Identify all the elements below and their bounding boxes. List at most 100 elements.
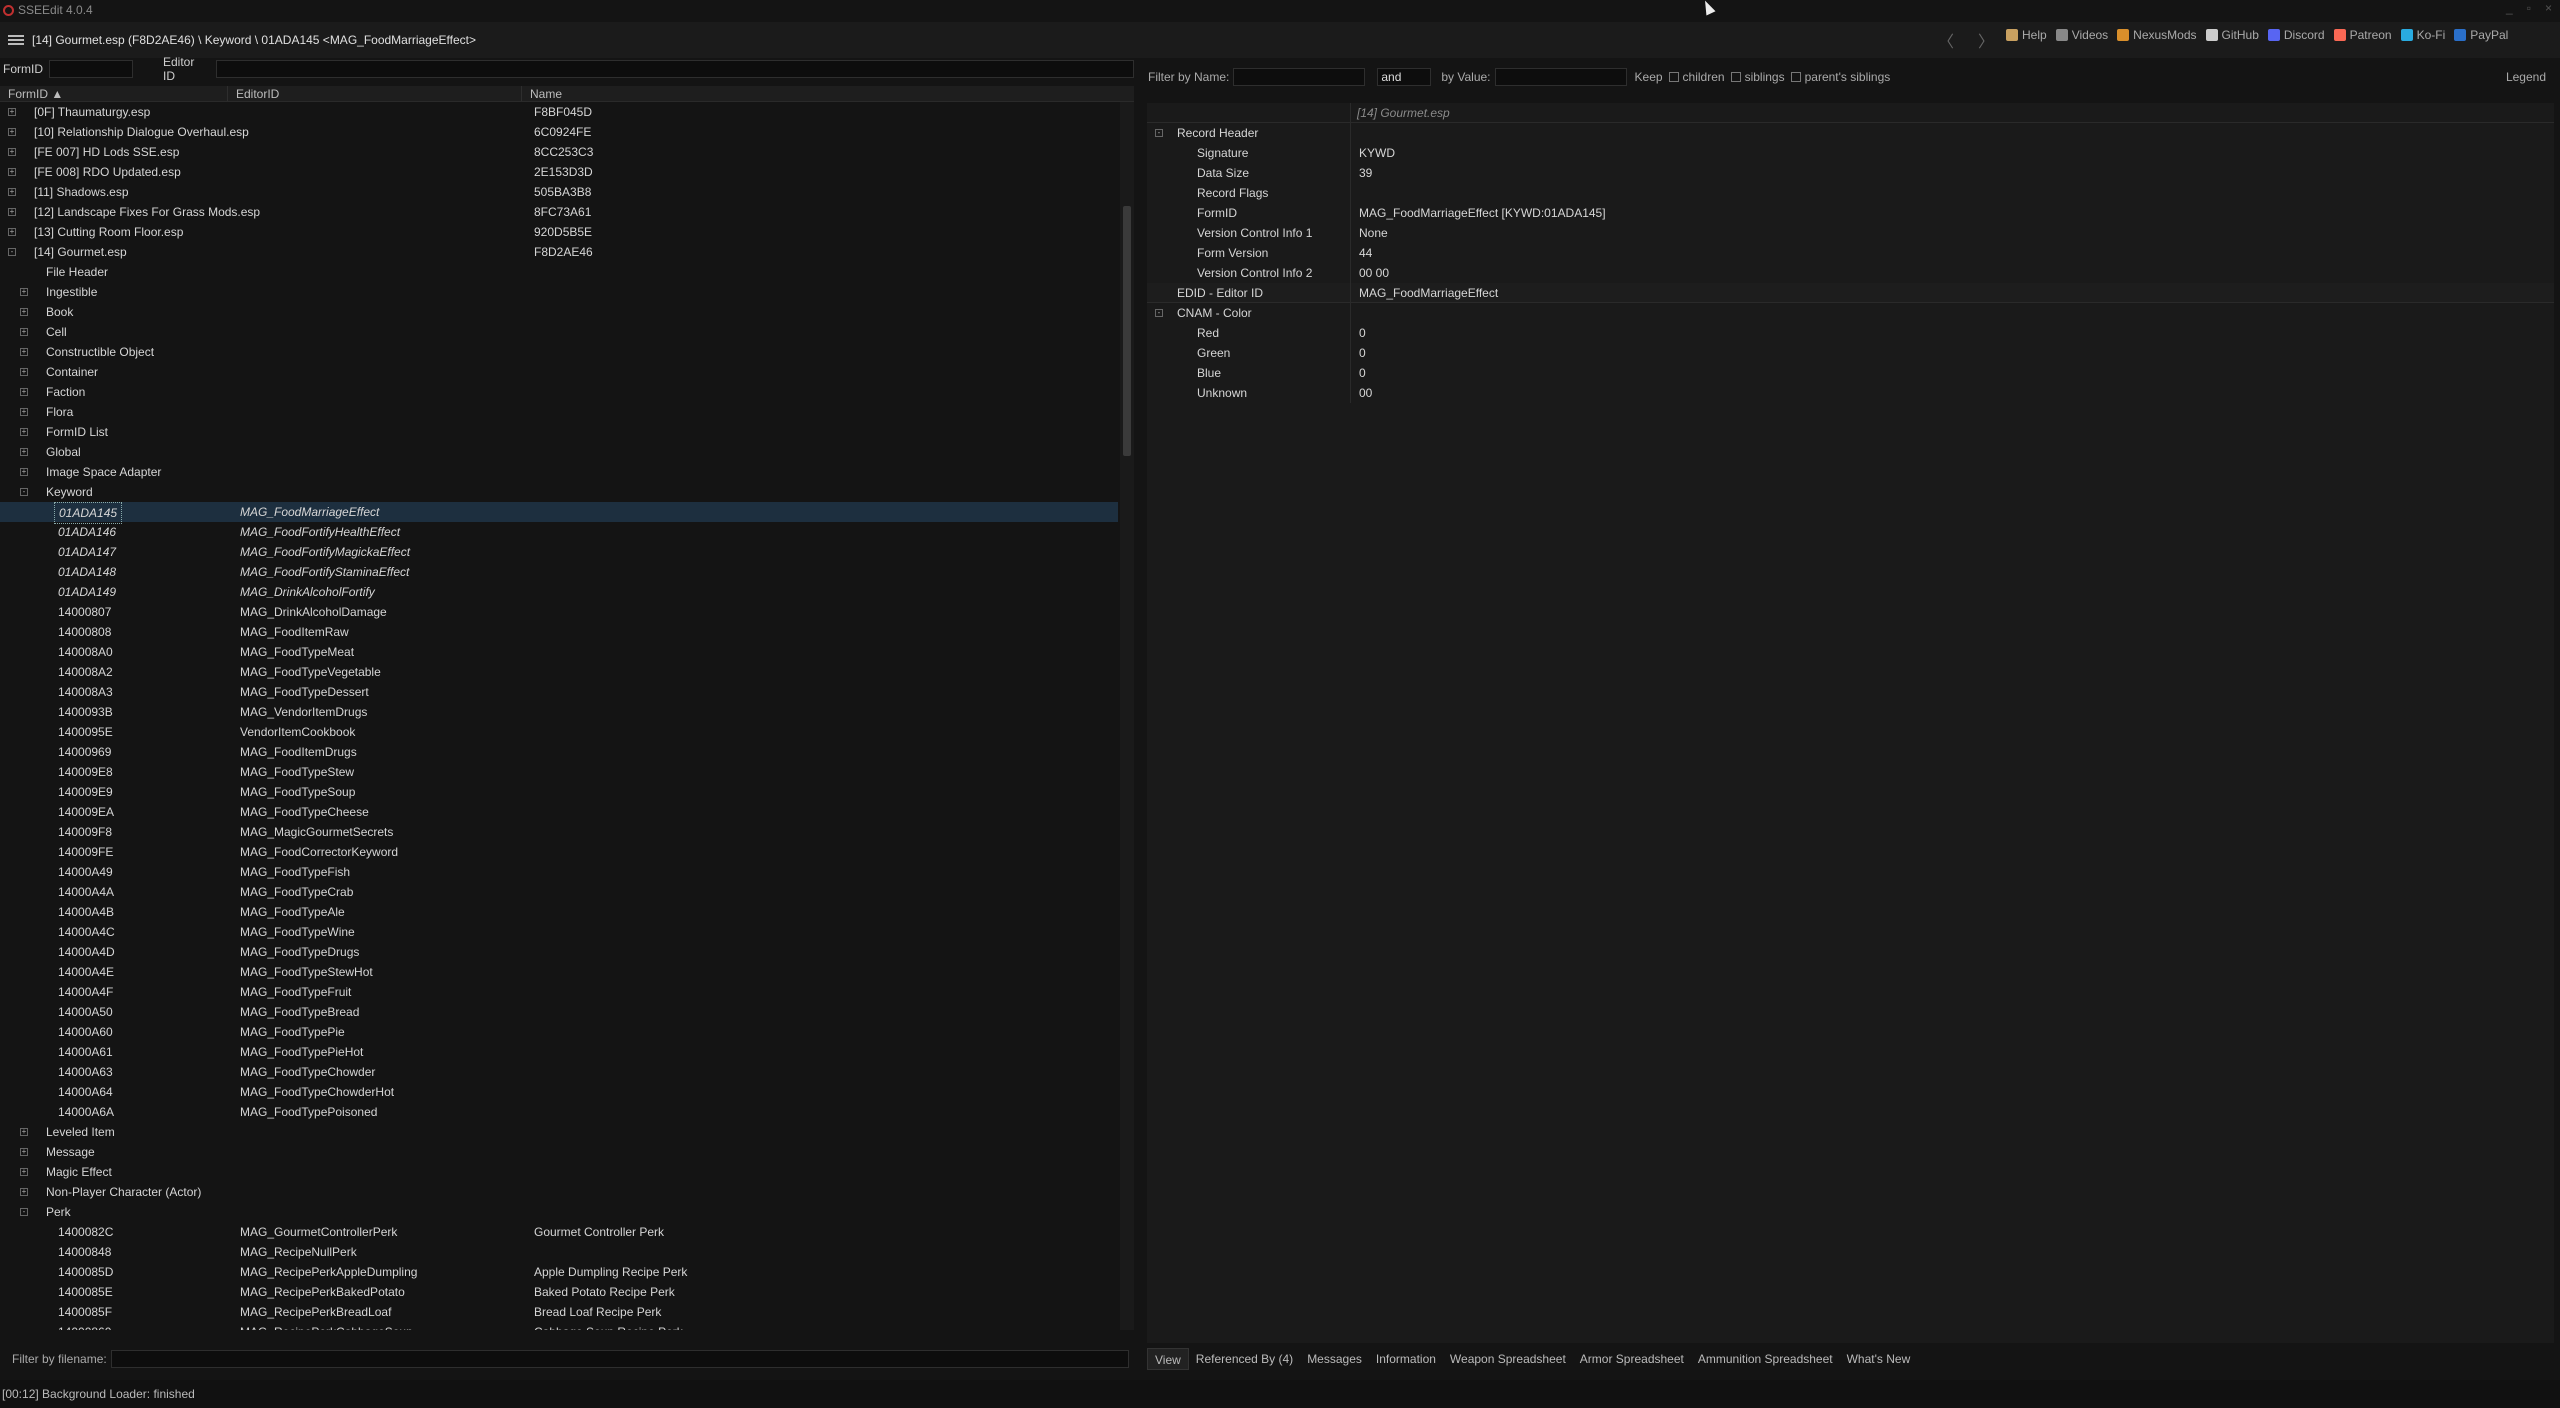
expand-icon[interactable]: +	[20, 368, 28, 376]
tree-row[interactable]: 1400085E MAG_RecipePerkBakedPotato Baked P…	[0, 1282, 1118, 1302]
tree-row[interactable]: + Ingestible	[0, 282, 1118, 302]
tree-row[interactable]: 140008A2 MAG_FoodTypeVegetable	[0, 662, 1118, 682]
tree-row[interactable]: 1400082C MAG_GourmetControllerPerk Gourmet…	[0, 1222, 1118, 1242]
expand-icon[interactable]: +	[20, 1168, 28, 1176]
tree-row[interactable]: + [10] Relationship Dialogue Overhaul.esp…	[0, 122, 1118, 142]
tree-row[interactable]: 14000A64 MAG_FoodTypeChowderHot	[0, 1082, 1118, 1102]
tree-row[interactable]: 14000A63 MAG_FoodTypeChowder	[0, 1062, 1118, 1082]
children-checkbox[interactable]	[1668, 72, 1679, 82]
filter-operator-select[interactable]: and	[1377, 68, 1432, 86]
expand-icon[interactable]: +	[8, 188, 16, 196]
tree-row[interactable]: 14000A4F MAG_FoodTypeFruit	[0, 982, 1118, 1002]
filename-filter-input[interactable]	[110, 1350, 1129, 1368]
minimize-button[interactable]: _	[2506, 1, 2513, 15]
expand-icon[interactable]: +	[20, 308, 28, 316]
expand-icon[interactable]: +	[20, 428, 28, 436]
expand-icon[interactable]: +	[20, 288, 28, 296]
record-field-row[interactable]: Record Flags	[1147, 183, 2554, 203]
tree-row[interactable]: + Container	[0, 362, 1118, 382]
tree-row[interactable]: 14000860 MAG_RecipePerkCabbageSoup Cabbage…	[0, 1322, 1118, 1330]
tree-row[interactable]: 140008A0 MAG_FoodTypeMeat	[0, 642, 1118, 662]
column-name[interactable]: Name	[522, 86, 1134, 101]
menu-hamburger-icon[interactable]	[8, 35, 24, 45]
expand-icon[interactable]: +	[8, 208, 16, 216]
record-field-row[interactable]: FormID MAG_FoodMarriageEffect [KYWD:01ADA…	[1147, 203, 2554, 223]
tab-what-s-new[interactable]: What's New	[1840, 1348, 1918, 1370]
expand-icon[interactable]: +	[8, 128, 16, 136]
tree-row[interactable]: + Constructible Object	[0, 342, 1118, 362]
tree-row[interactable]: + [12] Landscape Fixes For Grass Mods.esp…	[0, 202, 1118, 222]
tree-row[interactable]: 140008A3 MAG_FoodTypeDessert	[0, 682, 1118, 702]
tree-row[interactable]: 1400085F MAG_RecipePerkBreadLoaf Bread Loa…	[0, 1302, 1118, 1322]
collapse-icon[interactable]: -	[20, 488, 28, 496]
tree-row[interactable]: + Faction	[0, 382, 1118, 402]
tree-row[interactable]: 140009FE MAG_FoodCorrectorKeyword	[0, 842, 1118, 862]
tree-row[interactable]: + [FE 007] HD Lods SSE.esp 8CC253C3	[0, 142, 1118, 162]
link-videos[interactable]: Videos	[2055, 28, 2108, 42]
tree-row[interactable]: 01ADA145 MAG_FoodMarriageEffect	[0, 502, 1118, 524]
expand-icon[interactable]: +	[20, 1148, 28, 1156]
tree-row[interactable]: 01ADA149 MAG_DrinkAlcoholFortify	[0, 582, 1118, 602]
editorid-filter-input[interactable]	[215, 60, 1134, 78]
record-field-row[interactable]: Data Size 39	[1147, 163, 2554, 183]
link-help[interactable]: Help	[2006, 28, 2047, 42]
tree-row[interactable]: 14000808 MAG_FoodItemRaw	[0, 622, 1118, 642]
collapse-icon[interactable]: -	[20, 1208, 28, 1216]
back-button[interactable]: 〈	[1938, 28, 1954, 52]
tree-row[interactable]: 140009F8 MAG_MagicGourmetSecrets	[0, 822, 1118, 842]
expand-icon[interactable]: +	[20, 388, 28, 396]
record-field-row[interactable]: Unknown 00	[1147, 383, 2554, 403]
filter-name-input[interactable]	[1233, 68, 1366, 86]
column-editorid[interactable]: EditorID	[228, 86, 522, 101]
expand-icon[interactable]: +	[20, 408, 28, 416]
record-field-row[interactable]: Version Control Info 2 00 00	[1147, 263, 2554, 283]
record-field-row[interactable]: Signature KYWD	[1147, 143, 2554, 163]
maximize-button[interactable]: ▫	[2527, 1, 2531, 15]
tab-ammunition-spreadsheet[interactable]: Ammunition Spreadsheet	[1691, 1348, 1840, 1370]
link-kofi[interactable]: Ko-Fi	[2400, 28, 2445, 42]
tree-row[interactable]: File Header	[0, 262, 1118, 282]
tree-row[interactable]: + [0F] Thaumaturgy.esp F8BF045D	[0, 102, 1118, 122]
tree-row[interactable]: 14000848 MAG_RecipeNullPerk	[0, 1242, 1118, 1262]
tree-row[interactable]: + FormID List	[0, 422, 1118, 442]
scrollbar-thumb[interactable]	[1123, 206, 1131, 456]
expand-icon[interactable]: +	[8, 108, 16, 116]
tree-row[interactable]: + [11] Shadows.esp 505BA3B8	[0, 182, 1118, 202]
collapse-icon[interactable]: -	[1155, 129, 1163, 137]
tree-row[interactable]: - Perk	[0, 1202, 1118, 1222]
tree-row[interactable]: 01ADA148 MAG_FoodFortifyStaminaEffect	[0, 562, 1118, 582]
expand-icon[interactable]: +	[8, 168, 16, 176]
record-field-row[interactable]: Green 0	[1147, 343, 2554, 363]
tree-row[interactable]: + Flora	[0, 402, 1118, 422]
tree-row[interactable]: 14000A61 MAG_FoodTypePieHot	[0, 1042, 1118, 1062]
tab-view[interactable]: View	[1147, 1348, 1189, 1370]
record-field-row[interactable]: - CNAM - Color	[1147, 303, 2554, 323]
tree-row[interactable]: + [13] Cutting Room Floor.esp 920D5B5E	[0, 222, 1118, 242]
parents-siblings-checkbox[interactable]	[1790, 72, 1801, 82]
expand-icon[interactable]: +	[8, 148, 16, 156]
tree-row[interactable]: - Keyword	[0, 482, 1118, 502]
tree-row[interactable]: 14000A50 MAG_FoodTypeBread	[0, 1002, 1118, 1022]
link-paypal[interactable]: PayPal	[2454, 28, 2508, 42]
link-nexusmods[interactable]: NexusMods	[2117, 28, 2197, 42]
expand-icon[interactable]: +	[20, 1188, 28, 1196]
tree-row[interactable]: 14000A6A MAG_FoodTypePoisoned	[0, 1102, 1118, 1122]
record-field-row[interactable]: - Record Header	[1147, 123, 2554, 143]
tab-messages[interactable]: Messages	[1300, 1348, 1369, 1370]
tree-row[interactable]: 1400085D MAG_RecipePerkAppleDumpling Apple…	[0, 1262, 1118, 1282]
collapse-icon[interactable]: -	[8, 248, 16, 256]
link-patreon[interactable]: Patreon	[2333, 28, 2392, 42]
tree-row[interactable]: + Global	[0, 442, 1118, 462]
record-field-row[interactable]: Form Version 44	[1147, 243, 2554, 263]
link-discord[interactable]: Discord	[2267, 28, 2325, 42]
tree-row[interactable]: 1400093B MAG_VendorItemDrugs	[0, 702, 1118, 722]
tree-row[interactable]: + Book	[0, 302, 1118, 322]
tree-row[interactable]: - [14] Gourmet.esp F8D2AE46	[0, 242, 1118, 262]
tree-row[interactable]: 14000969 MAG_FoodItemDrugs	[0, 742, 1118, 762]
tree-row[interactable]: + Cell	[0, 322, 1118, 342]
tree-row[interactable]: 01ADA146 MAG_FoodFortifyHealthEffect	[0, 522, 1118, 542]
tree-row[interactable]: + Image Space Adapter	[0, 462, 1118, 482]
record-field-row[interactable]: EDID - Editor ID MAG_FoodMarriageEffect	[1147, 283, 2554, 303]
siblings-checkbox[interactable]	[1730, 72, 1741, 82]
forward-button[interactable]: 〉	[1978, 28, 1994, 52]
